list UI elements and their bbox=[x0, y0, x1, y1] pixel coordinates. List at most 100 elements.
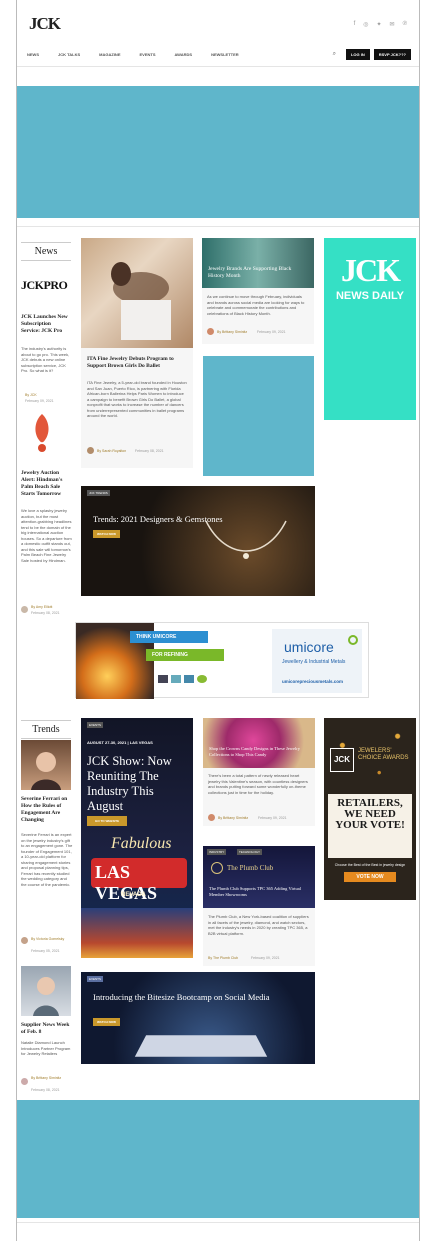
black-history-byline[interactable]: By Brittany Siminitz bbox=[217, 330, 247, 334]
vote-now-button[interactable]: VOTE NOW bbox=[344, 872, 396, 882]
news-item-2-byline[interactable]: By Amy Elliott bbox=[31, 605, 52, 609]
main-nav: NEWS JCK TALKS MAGAZINE EVENTS AWARDS NEWSLET… bbox=[27, 52, 239, 57]
news-item-1-title[interactable]: JCK Launches New Subscription Service: J… bbox=[21, 314, 71, 335]
news-item-1-byline[interactable]: By JCK bbox=[25, 393, 37, 397]
news-item-2-text: We love a splashy jewelry auction, but t… bbox=[21, 508, 72, 563]
jck-news-daily-ad[interactable]: JCK NEWS DAILY bbox=[324, 238, 416, 420]
facebook-icon[interactable]: f bbox=[354, 21, 356, 28]
trends-item-2-date: February 08, 2021 bbox=[31, 1088, 60, 1092]
nav-item-awards[interactable]: AWARDS bbox=[175, 52, 193, 57]
vegas-sign-fabulous: Fabulous bbox=[111, 835, 172, 852]
author-avatar bbox=[21, 937, 28, 944]
trends-item-1-title[interactable]: Severine Ferrari on How the Rules of Eng… bbox=[21, 796, 73, 824]
trends-item-2-title[interactable]: Supplier News Week of Feb. 8 bbox=[21, 1022, 73, 1036]
black-history-image[interactable]: Jewelry Brands Are Supporting Black Hist… bbox=[202, 238, 314, 288]
black-history-title[interactable]: Jewelry Brands Are Supporting Black Hist… bbox=[208, 266, 308, 280]
pinterest-icon[interactable]: ℗ bbox=[403, 21, 407, 28]
bottom-ad-placeholder[interactable] bbox=[17, 1100, 419, 1218]
trends-banner[interactable]: JCK TRENDS Trends: 2021 Designers & Gems… bbox=[81, 486, 315, 596]
feature-image[interactable] bbox=[81, 238, 193, 348]
bootcamp-watch-button[interactable]: WATCH NOW bbox=[93, 1018, 120, 1026]
partner-logos bbox=[158, 675, 207, 683]
news-item-1-date: February 09, 2021 bbox=[25, 399, 54, 403]
jck-show-date: AUGUST 27-30, 2021 | LAS VEGAS bbox=[87, 740, 153, 745]
trends-item-2-byline[interactable]: By Brittany Siminitz bbox=[31, 1076, 71, 1080]
umicore-refining: FOR REFINING bbox=[146, 649, 224, 661]
black-history-text: As we continue to move through February,… bbox=[207, 294, 305, 316]
plumb-club-card[interactable]: INDUSTRY TECHNOLOGY The Plumb Club The P… bbox=[203, 846, 315, 908]
trends-item-1-text: Severine Ferrari is an expert on the jew… bbox=[21, 832, 73, 887]
plumb-badge-industry[interactable]: INDUSTRY bbox=[207, 849, 227, 855]
awards-retailers: RETAILERS, WE NEED YOUR VOTE! bbox=[335, 797, 405, 831]
trends-heading: Trends bbox=[21, 720, 71, 739]
jck-logo[interactable]: JCK bbox=[29, 14, 61, 34]
nav-item-newsletter[interactable]: NEWSLETTER bbox=[211, 52, 239, 57]
umicore-ad[interactable]: THINK UMICORE FOR REFINING umicore Jewel… bbox=[75, 622, 369, 699]
umicore-think: THINK UMICORE bbox=[130, 631, 208, 643]
plumb-badge-technology[interactable]: TECHNOLOGY bbox=[237, 849, 263, 855]
news-item-2-title[interactable]: Jewelry Auction Alert: Hindman's Palm Be… bbox=[21, 470, 73, 498]
plumb-club-date: February 09, 2021 bbox=[251, 956, 280, 960]
nav-item-jck-talks[interactable]: JCK TALKS bbox=[58, 52, 80, 57]
square-ad-placeholder[interactable] bbox=[203, 356, 314, 476]
awards-sub: Choose the Best of the Best in jewelry d… bbox=[334, 863, 406, 867]
bootcamp-banner[interactable]: EVENTS Introducing the Bitesize Bootcamp… bbox=[81, 972, 315, 1064]
umicore-logo-icon bbox=[348, 635, 358, 645]
awards-jck-logo: JCK bbox=[330, 748, 354, 772]
feature-title[interactable]: ITA Fine Jewelry Debuts Program to Suppo… bbox=[87, 356, 187, 370]
umicore-url[interactable]: umicorepreciousmetals.com bbox=[282, 679, 343, 684]
author-avatar bbox=[87, 447, 94, 454]
candy-date: February 09, 2021 bbox=[258, 816, 287, 820]
candy-byline[interactable]: By Brittany Siminitz bbox=[218, 816, 248, 820]
plumb-club-title[interactable]: The Plumb Club Supports TPC 365 Adding V… bbox=[209, 886, 311, 898]
candy-text: There's been a total pattern of newly re… bbox=[208, 773, 308, 795]
vegas-sign-nevada: NEVADA bbox=[121, 892, 146, 898]
plumb-club-byline[interactable]: By The Plumb Club bbox=[208, 956, 238, 960]
email-icon[interactable]: ✉ bbox=[390, 21, 395, 28]
trends-badge[interactable]: JCK TRENDS bbox=[87, 490, 110, 496]
black-history-date: February 09, 2021 bbox=[257, 330, 286, 334]
header-divider bbox=[17, 66, 419, 67]
awards-ad[interactable]: JCK JEWELERS' CHOICE AWARDS RETAILERS, W… bbox=[324, 718, 416, 900]
rsvp-button[interactable]: RSVP JCK??? bbox=[373, 49, 411, 60]
author-avatar bbox=[207, 328, 214, 335]
jck-news-daily-logo: JCK bbox=[341, 252, 401, 288]
header-actions: ⌕ LOG IN RSVP JCK??? bbox=[333, 49, 411, 60]
social-icons: f ◎ ✦ ✉ ℗ bbox=[354, 21, 407, 28]
plumb-club-logo-icon bbox=[211, 862, 223, 874]
candy-jewelry-image[interactable]: Shop the Crowns Candy Designs in These J… bbox=[203, 718, 315, 768]
top-ad-placeholder[interactable] bbox=[17, 86, 419, 218]
page-frame: JCK f ◎ ✦ ✉ ℗ NEWS JCK TALKS MAGAZINE EVENTS AWA… bbox=[16, 0, 420, 1241]
feature-byline[interactable]: By Sarah Royalton bbox=[97, 449, 126, 453]
author-avatar bbox=[21, 1078, 28, 1085]
jckpro-logo: JCKPRO bbox=[21, 278, 68, 292]
bootcamp-title[interactable]: Introducing the Bitesize Bootcamp on Soc… bbox=[93, 992, 303, 1002]
laptop-image bbox=[134, 1035, 268, 1057]
news-item-2-date: February 08, 2021 bbox=[31, 611, 60, 615]
jck-show-title[interactable]: JCK Show: Now Reuniting The Industry Thi… bbox=[87, 754, 187, 814]
ad-divider bbox=[17, 226, 419, 227]
jck-show-card[interactable]: EVENTS AUGUST 27-30, 2021 | LAS VEGAS JC… bbox=[81, 718, 193, 958]
twitter-icon[interactable]: ✦ bbox=[377, 21, 382, 28]
instagram-icon[interactable]: ◎ bbox=[363, 21, 368, 28]
search-icon[interactable]: ⌕ bbox=[333, 51, 336, 58]
nav-item-magazine[interactable]: MAGAZINE bbox=[99, 52, 120, 57]
vegas-lights-image bbox=[81, 908, 193, 958]
trends-item-1-date: February 05, 2021 bbox=[31, 949, 60, 953]
trends-banner-title[interactable]: Trends: 2021 Designers & Gemstones bbox=[93, 514, 223, 524]
news-item-1-text: The industry's authority is about to go … bbox=[21, 346, 70, 373]
trends-watch-button[interactable]: WATCH NOW bbox=[93, 530, 120, 538]
jck-show-badge[interactable]: EVENTS bbox=[87, 722, 104, 728]
trends-item-1-byline[interactable]: By Victoria Gomelsky bbox=[31, 937, 71, 941]
supplier-news-photo[interactable] bbox=[21, 966, 71, 1016]
login-button[interactable]: LOG IN bbox=[345, 49, 370, 60]
author-avatar bbox=[21, 606, 28, 613]
nav-item-news[interactable]: NEWS bbox=[27, 52, 39, 57]
nav-item-events[interactable]: EVENTS bbox=[140, 52, 156, 57]
severine-photo[interactable] bbox=[21, 740, 71, 790]
jck-show-website-button[interactable]: GO TO WEBSITE bbox=[87, 816, 128, 826]
auction-jewelry-image[interactable] bbox=[27, 410, 57, 462]
bootcamp-badge[interactable]: EVENTS bbox=[87, 976, 104, 982]
candy-title[interactable]: Shop the Crowns Candy Designs in These J… bbox=[209, 746, 309, 758]
footer-divider bbox=[17, 1222, 419, 1223]
